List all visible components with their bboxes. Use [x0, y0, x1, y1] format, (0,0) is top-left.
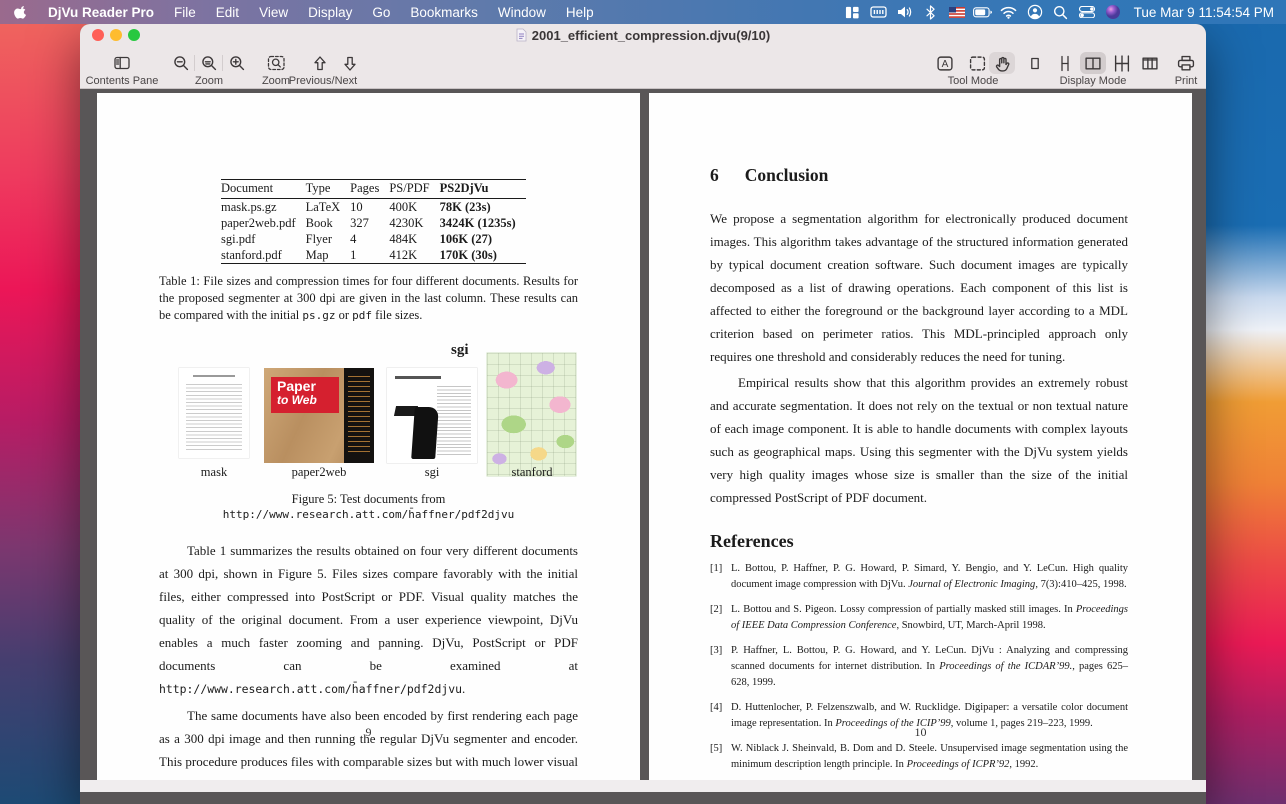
input-source-us-flag-icon[interactable]	[944, 6, 970, 18]
section-heading: 6 Conclusion	[710, 165, 1128, 186]
thumbnail-sgi	[387, 368, 477, 463]
continuous-mode-button[interactable]	[1052, 52, 1078, 74]
menu-bar: DjVu Reader Pro File Edit View Display G…	[0, 0, 1286, 24]
figure-label-sgi: sgi	[424, 465, 440, 479]
title-bar: 2001_efficient_compression.djvu(9/10)	[80, 24, 1206, 46]
page-number: 9	[365, 725, 372, 739]
control-center-icon[interactable]	[1074, 6, 1100, 18]
volume-icon[interactable]	[892, 5, 918, 19]
spotlight-search-icon[interactable]	[1048, 5, 1074, 20]
hand-tool-button[interactable]	[989, 52, 1015, 74]
menu-clock[interactable]: Tue Mar 9 11:54:54 PM	[1134, 5, 1274, 20]
zoom-actual-size-button[interactable]	[196, 52, 222, 74]
zoom-group-label: Zoom	[194, 75, 224, 87]
thumbnail-stanford	[487, 353, 576, 476]
zoom-in-button[interactable]	[224, 52, 250, 74]
references-list: [1] L. Bottou, P. Haffner, P. G. Howard,…	[710, 561, 1128, 792]
document-viewport[interactable]: Document Type Pages PS/PDF PS2DjVu mask.…	[80, 89, 1206, 792]
text-select-tool-button[interactable]: A	[932, 52, 958, 74]
battery-icon[interactable]	[970, 6, 996, 18]
apple-menu[interactable]	[14, 4, 28, 20]
contents-pane-label: Contents Pane	[85, 75, 159, 87]
svg-text:A: A	[942, 59, 949, 70]
figure-label-paper2web: paper2web	[291, 465, 347, 479]
tool-mode-label: Tool Mode	[947, 75, 999, 87]
user-account-icon[interactable]	[1022, 4, 1048, 20]
bluetooth-icon[interactable]	[918, 4, 944, 20]
paragraph: Table 1 summarizes the results obtained …	[159, 543, 578, 696]
thumbnail-paper2web: Paper to Web	[264, 368, 374, 463]
reference-item: [2] L. Bottou and S. Pigeon. Lossy compr…	[710, 604, 1128, 631]
table-header-row: Document Type Pages PS/PDF PS2DjVu	[221, 179, 526, 199]
print-label: Print	[1174, 75, 1198, 87]
menu-go[interactable]: Go	[362, 5, 400, 20]
figure-5: sgi Paper to Web mask paper2web sgi stan…	[159, 342, 578, 480]
keyboard-icon[interactable]	[866, 5, 892, 19]
toolbar: Contents Pane Zoom Zoom Previous/Next A	[80, 46, 1206, 89]
table-row: sgi.pdf Flyer 4 484K 106K (27)	[221, 231, 493, 246]
figure-caption: Figure 5: Test documents from http://www…	[222, 492, 515, 521]
table-caption: Table 1: File sizes and compression time…	[159, 274, 578, 322]
table-row: paper2web.pdf Book 327 4230K 3424K (1235s)	[221, 215, 516, 230]
reference-item: [5] W. Niblack J. Sheinvald, B. Dom and …	[710, 743, 1128, 770]
window-title: 2001_efficient_compression.djvu(9/10)	[80, 24, 1206, 46]
marquee-zoom-label: Zoom	[261, 75, 291, 87]
menu-file[interactable]: File	[164, 5, 206, 20]
section-number: 6	[710, 165, 719, 185]
menu-view[interactable]: View	[249, 5, 298, 20]
print-button[interactable]	[1173, 52, 1199, 74]
table-row: mask.ps.gz LaTeX 10 400K 78K (23s)	[221, 199, 491, 214]
figure-label-stanford: stanford	[511, 465, 553, 479]
contents-pane-button[interactable]	[109, 52, 135, 74]
menu-bookmarks[interactable]: Bookmarks	[400, 5, 488, 20]
previous-page-button[interactable]	[307, 52, 333, 74]
marquee-select-tool-button[interactable]	[964, 52, 990, 74]
display-mode-label: Display Mode	[1059, 75, 1127, 87]
thumbnail-mask	[179, 368, 249, 458]
window-bottom-edge	[80, 780, 1206, 792]
two-page-mode-button[interactable]	[1080, 52, 1106, 74]
menu-app-name[interactable]: DjVu Reader Pro	[38, 5, 164, 20]
assistant-app-icon[interactable]	[1100, 4, 1126, 20]
paragraph: The same documents have also been encode…	[159, 708, 578, 792]
djvu-reader-window: 2001_efficient_compression.djvu(9/10) Co…	[80, 24, 1206, 804]
figure-label-mask: mask	[200, 465, 228, 479]
menu-help[interactable]: Help	[556, 5, 604, 20]
wifi-icon[interactable]	[996, 6, 1022, 19]
table-1: Document Type Pages PS/PDF PS2DjVu mask.…	[221, 179, 526, 264]
window-tiling-icon[interactable]	[840, 5, 866, 20]
reference-item: [3] P. Haffner, L. Bottou, P. G. Howard,…	[710, 645, 1128, 688]
zoom-out-button[interactable]	[168, 52, 194, 74]
page-9: Document Type Pages PS/PDF PS2DjVu mask.…	[97, 93, 640, 792]
marquee-zoom-button[interactable]	[263, 52, 289, 74]
paragraph: Empirical results show that this algorit…	[710, 375, 1128, 505]
section-title: Conclusion	[744, 165, 829, 185]
desktop: { "menubar": { "apple_icon": "apple-logo…	[0, 0, 1286, 804]
page-number: 10	[914, 725, 927, 739]
menu-window[interactable]: Window	[488, 5, 556, 20]
table-row: stanford.pdf Map 1 412K 170K (30s)	[221, 247, 497, 262]
next-page-button[interactable]	[337, 52, 363, 74]
sgi-logo-text: sgi	[451, 342, 469, 358]
paragraph: We propose a segmentation algorithm for …	[710, 211, 1128, 364]
single-page-mode-button[interactable]	[1022, 52, 1048, 74]
references-heading: References	[710, 531, 794, 551]
prev-next-label: Previous/Next	[288, 75, 358, 87]
facing-pages-mode-button[interactable]	[1137, 52, 1163, 74]
two-page-continuous-mode-button[interactable]	[1109, 52, 1135, 74]
menu-edit[interactable]: Edit	[206, 5, 249, 20]
document-icon	[516, 28, 527, 42]
reference-item: [1] L. Bottou, P. Haffner, P. G. Howard,…	[710, 563, 1128, 590]
menu-display[interactable]: Display	[298, 5, 362, 20]
page-10: 6 Conclusion We propose a segmentation a…	[649, 93, 1192, 792]
